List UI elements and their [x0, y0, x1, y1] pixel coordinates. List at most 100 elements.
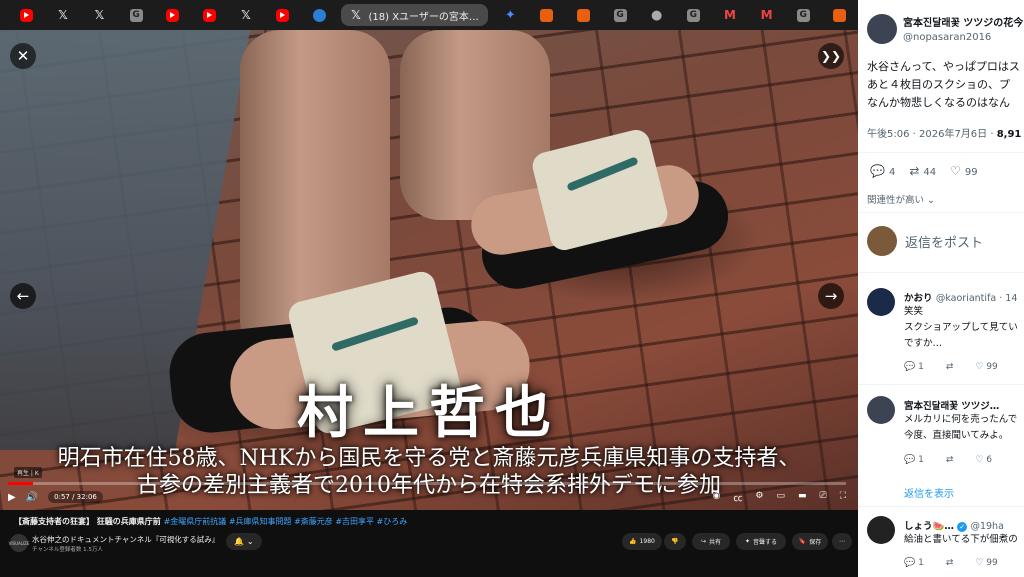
browser-tab[interactable] [821, 4, 858, 26]
miniplayer-icon[interactable]: ▭ [776, 491, 785, 504]
post-text-line: 水谷さんって、やっぱプロはス [867, 60, 1020, 73]
play-icon[interactable]: ▶ [8, 492, 16, 503]
g-icon: G [686, 8, 700, 22]
like-action[interactable]: ♡ 99 [975, 558, 997, 568]
browser-tab[interactable] [565, 4, 602, 26]
repost-action[interactable]: ⇄ 44 [909, 164, 936, 178]
collapse-panel-icon[interactable]: ❯❯ [818, 43, 844, 69]
tab-title: (18) Xユーザーの宮本… [368, 11, 479, 23]
more-button[interactable]: ⋯ [832, 533, 852, 550]
channel-name[interactable]: 水谷伸之のドキュメントチャンネル『可視化する試み』 [32, 534, 219, 545]
volume-icon[interactable]: 🔊 [26, 492, 38, 503]
more-icon: ⋯ [839, 538, 845, 545]
reply-action[interactable]: 💬 1 [904, 558, 924, 568]
reply-action[interactable]: 💬 4 [870, 164, 895, 178]
like-count: 99 [964, 167, 978, 178]
browser-tab[interactable]: 𝕏 [228, 4, 265, 26]
browser-tab[interactable]: ● [638, 4, 675, 26]
browser-tab[interactable]: M [748, 4, 785, 26]
browser-tab[interactable]: G [675, 4, 712, 26]
globe-icon [312, 8, 326, 22]
g-icon: G [796, 8, 810, 22]
video-player[interactable]: 村上哲也 明石市在住58歳、NHKから国民を守る党と斎藤元彦兵庫県知事の支持者、… [0, 30, 858, 510]
like-count: 99 [986, 558, 998, 568]
repost-icon[interactable]: ⇄ [946, 362, 954, 372]
post-timestamp: 午後5:06 · 2026年7月6日 · 8,91 [867, 125, 1021, 140]
sort-relevance-dropdown[interactable]: 関連性が高い ⌄ [867, 192, 935, 206]
repost-icon: ⇄ [909, 164, 920, 178]
repost-icon[interactable]: ⇄ [946, 558, 954, 568]
reply-count: 1 [918, 362, 924, 372]
save-button[interactable]: 🔖 保存 [792, 533, 828, 550]
browser-tab[interactable]: 𝕏 [81, 4, 118, 26]
share-label: 共有 [709, 539, 722, 546]
browser-tab[interactable] [301, 4, 338, 26]
browser-tab[interactable] [8, 4, 45, 26]
reply-actions: 💬 1 ⇄ ♡ 99 [904, 362, 998, 372]
close-icon[interactable]: ✕ [10, 43, 36, 69]
repost-icon[interactable]: ⇄ [946, 455, 954, 465]
previous-arrow-icon[interactable]: ← [10, 283, 36, 309]
view-count: 8,91 [996, 129, 1022, 140]
orange-app-icon [833, 8, 847, 22]
dislike-button[interactable]: 👎 [664, 533, 686, 550]
post-actions: 💬 4 ⇄ 44 ♡ 99 [870, 164, 978, 178]
browser-tab[interactable] [529, 4, 566, 26]
reply-text: メルカリに何を売ったんで [904, 414, 1018, 425]
browser-tab[interactable]: G [602, 4, 639, 26]
reply-action[interactable]: 💬 1 [904, 362, 924, 372]
reply-text: 笑笑 [904, 306, 924, 317]
like-action[interactable]: ♡ 99 [950, 164, 978, 178]
next-arrow-icon[interactable]: → [818, 283, 844, 309]
theater-icon[interactable]: ▬ [798, 491, 807, 504]
autoplay-icon[interactable]: ◉ [713, 491, 721, 504]
reply-count: 1 [918, 455, 924, 465]
like-count: 6 [986, 455, 993, 465]
like-button[interactable]: 👍 1980 [622, 533, 662, 550]
browser-tab[interactable]: M [712, 4, 749, 26]
reply-handle: @19ha [970, 521, 1004, 532]
download-button[interactable]: ✦ 音聲する [736, 533, 786, 550]
author-name[interactable]: 宮本진달래꽃 ツツジの花今 [903, 14, 1023, 29]
video-progress-bar[interactable] [8, 482, 846, 485]
browser-tab-strip: 𝕏 𝕏 G 𝕏 𝕏 (18) Xユーザーの宮本… ✦ G ● G M M G [0, 0, 858, 30]
author-avatar[interactable] [867, 14, 897, 44]
youtube-icon [19, 8, 33, 22]
save-label: 保存 [809, 539, 822, 546]
browser-tab[interactable] [264, 4, 301, 26]
browser-tab[interactable] [191, 4, 228, 26]
show-replies-link[interactable]: 返信を表示 [904, 485, 954, 500]
reply-avatar[interactable] [867, 396, 895, 424]
reply-author[interactable]: しょう🍉… ✓ @19ha [904, 518, 1004, 532]
reply-count: 4 [888, 167, 896, 178]
browser-tab[interactable]: G [118, 4, 155, 26]
author-handle[interactable]: @nopasaran2016 [903, 32, 991, 43]
reply-action[interactable]: 💬 1 [904, 455, 924, 465]
video-hashtags[interactable]: #金曜県庁前抗議 #兵庫県知事問題 #斎藤元彦 #吉田享平 #ひろみ [164, 517, 408, 526]
cast-icon[interactable]: ⎚ [819, 491, 826, 504]
like-action[interactable]: ♡ 6 [975, 455, 992, 465]
channel-avatar[interactable]: VISUALIZE [9, 534, 29, 552]
share-button[interactable]: ↪ 共有 [692, 533, 730, 550]
youtube-icon [276, 8, 290, 22]
browser-tab[interactable] [154, 4, 191, 26]
reply-author-name: かおり [904, 293, 933, 304]
post-time[interactable]: 午後5:06 · 2026年7月6日 · [867, 129, 997, 140]
reply-author[interactable]: かおり @kaoriantifa · 14 [904, 290, 1017, 304]
fullscreen-icon[interactable]: ⛶ [840, 491, 846, 504]
reply-author[interactable]: 宮本진달래꽃 ツツジ… [904, 398, 999, 412]
browser-tab-active[interactable]: 𝕏 (18) Xユーザーの宮本… [341, 4, 488, 26]
like-action[interactable]: ♡ 99 [975, 362, 997, 372]
reply-input[interactable]: 返信をポスト [905, 232, 983, 251]
settings-gear-icon[interactable]: ⚙ [755, 491, 763, 504]
post-text-line: なんか物悲しくなるのはなん [867, 96, 1010, 109]
browser-tab[interactable]: ✦ [492, 4, 529, 26]
reply-avatar[interactable] [867, 516, 895, 544]
notification-bell-button[interactable]: 🔔 ⌄ [226, 533, 262, 550]
browser-tab[interactable]: G [785, 4, 822, 26]
subtitles-icon[interactable]: ㏄ [733, 491, 742, 504]
browser-tab[interactable]: 𝕏 [45, 4, 82, 26]
heart-icon: ♡ [950, 164, 961, 178]
video-title-text: 【斎藤支持者の狂宴】 狂騒の兵庫県庁前 [14, 517, 164, 526]
reply-avatar[interactable] [867, 288, 895, 316]
